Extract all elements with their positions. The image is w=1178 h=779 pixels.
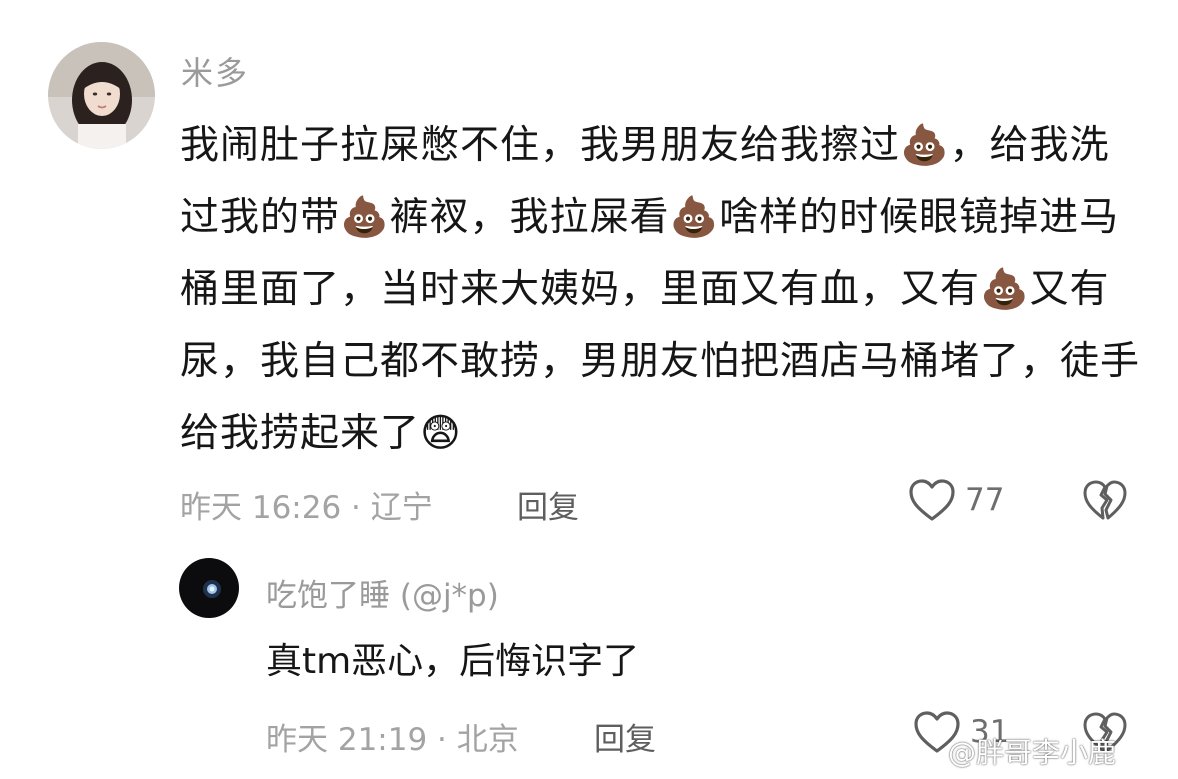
avatar-dark-moon-icon bbox=[179, 558, 239, 618]
username[interactable]: 吃饱了睡 (@j*p) bbox=[266, 570, 499, 615]
comment-text: 真tm恶心，后悔识字了 bbox=[266, 641, 640, 682]
comment-meta: 昨天 16:26 · 辽宁 bbox=[180, 490, 433, 526]
comment-text: 我闹肚子拉屎憋不住，我男朋友给我擦过💩，给我洗过我的带💩裤衩，我拉屎看💩啥样的时… bbox=[180, 123, 1141, 456]
heart-icon[interactable] bbox=[907, 477, 957, 527]
reply-button[interactable]: 回复 bbox=[517, 482, 579, 527]
reply-button[interactable]: 回复 bbox=[594, 714, 656, 759]
watermark: @胖哥李小鹿 bbox=[948, 736, 1117, 769]
comment-item: 米多 我闹肚子拉屎憋不住，我男朋友给我擦过💩，给我洗过我的带💩裤衩，我拉屎看💩啥… bbox=[0, 0, 1178, 540]
broken-heart-icon[interactable] bbox=[1082, 478, 1128, 526]
username[interactable]: 米多 bbox=[181, 48, 249, 94]
avatar[interactable] bbox=[179, 558, 239, 618]
like-count: 77 bbox=[965, 482, 1005, 518]
avatar-girl-photo-icon bbox=[48, 42, 155, 149]
avatar[interactable] bbox=[48, 42, 155, 149]
comment-meta: 昨天 21:19 · 北京 bbox=[266, 722, 519, 758]
